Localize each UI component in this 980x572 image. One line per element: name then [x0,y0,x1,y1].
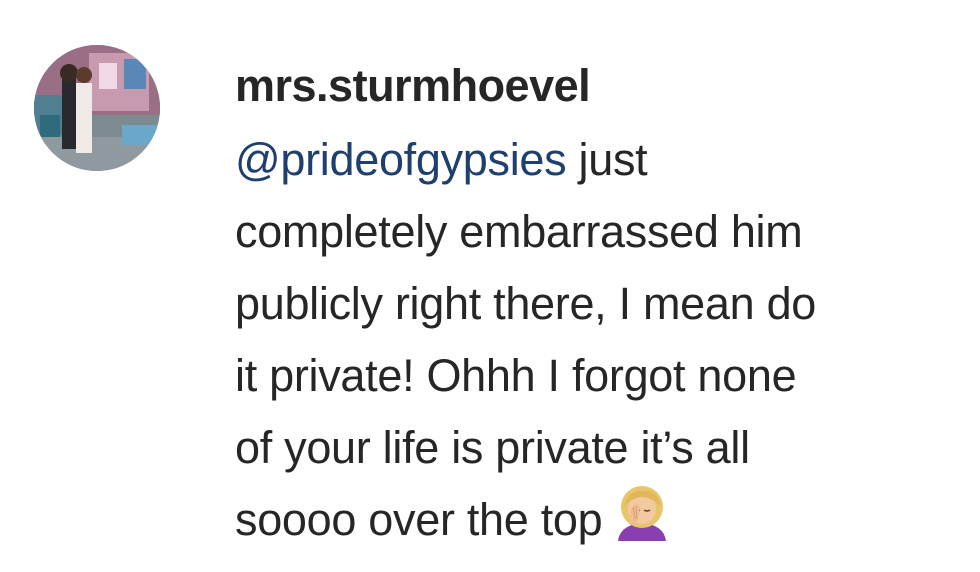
comment-line-4: it private! Ohhh I forgot none [235,350,797,401]
comment-line-2: completely embarrassed him [235,206,803,257]
comment-line-6: soooo over the top [235,484,955,556]
avatar-image [34,45,160,171]
comment-line-5: of your life is private it’s all [235,422,750,473]
comment-text-segment: just [566,134,648,185]
woman-facepalming-emoji-icon [610,485,674,541]
comment-line-3: publicly right there, I mean do [235,278,817,329]
comment-line-1: @prideofgypsies just [235,124,955,196]
avatar[interactable] [34,45,160,171]
comment-text: @prideofgypsies just completely embarras… [235,124,955,556]
comment-body: mrs.sturmhoevel @prideofgypsies just com… [235,54,955,556]
comment-text-segment: soooo over the top [235,494,603,545]
username[interactable]: mrs.sturmhoevel [235,54,955,118]
mention-link[interactable]: @prideofgypsies [235,134,567,185]
comment: mrs.sturmhoevel @prideofgypsies just com… [0,0,980,572]
